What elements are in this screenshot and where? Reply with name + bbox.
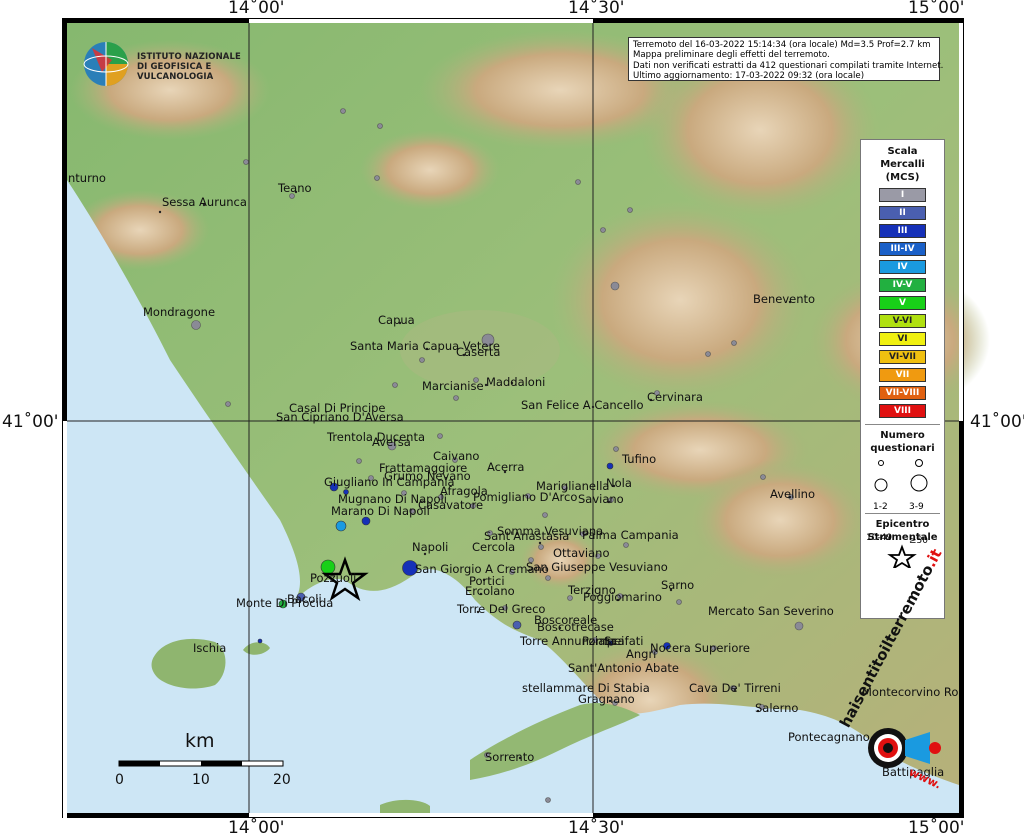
coord-right-4100: 41˚00' <box>970 412 1024 432</box>
place-label: Sant'Antonio Abate <box>568 661 679 675</box>
place-label: Pomigliano D'Arco <box>473 490 578 504</box>
legend-swatch: VII <box>879 368 926 382</box>
coord-top-1500: 15˚00' <box>908 0 965 18</box>
coord-left-4100: 41˚00' <box>2 412 59 432</box>
place-label: Ercolano <box>465 584 515 598</box>
place-label: Avellino <box>770 487 815 501</box>
legend-swatch: III-IV <box>879 242 926 256</box>
place-label: Acerra <box>487 460 525 474</box>
scale-bar <box>118 760 284 767</box>
place-label: San Cipriano D'Aversa <box>276 410 404 424</box>
legend-swatch: I <box>879 188 926 202</box>
place-label: Gragnano <box>578 692 635 706</box>
place-label: San Giuseppe Vesuviano <box>526 560 668 574</box>
legend-scale: I II III III-IV IV IV-V V V-VI VI VI-VII VII VII-VI… <box>861 188 944 418</box>
place-label: Marcianise <box>422 379 484 393</box>
coord-bottom-1400: 14˚00' <box>228 818 285 838</box>
legend-swatch: VII-VIII <box>879 386 926 400</box>
scale-tick: 10 <box>192 772 210 788</box>
place-label: Salerno <box>755 701 799 715</box>
place-label: Mariglianella <box>536 479 610 493</box>
legend-swatch: VIII <box>879 404 926 418</box>
legend-swatch: II <box>879 206 926 220</box>
place-label: Montecorvino Ro <box>862 685 959 699</box>
coord-bottom-1500: 15˚00' <box>908 818 965 838</box>
coord-top-1400: 14˚00' <box>228 0 285 18</box>
event-info-line: Terremoto del 16-03-2022 15:14:34 (ora l… <box>633 40 931 50</box>
place-label: Mercato San Severino <box>708 604 834 618</box>
place-label: Teano <box>278 181 312 195</box>
place-label: Torre Del Greco <box>457 602 546 616</box>
count-label: 1-2 <box>873 502 888 512</box>
place-label: Saviano <box>578 492 624 506</box>
event-info-line: Mappa preliminare degli effetti del terr… <box>633 50 830 61</box>
place-label: Boscotrecase <box>537 620 614 634</box>
legend-swatch: VI-VII <box>879 350 926 364</box>
ingv-logo-line2: DI GEOFISICA E VULCANOLOGIA <box>137 62 214 82</box>
place-label: Pontecagnano <box>788 730 870 744</box>
coord-top-1430: 14˚30' <box>568 0 625 18</box>
place-label: Maddaloni <box>486 375 546 389</box>
event-info-line: Dati non verificati estratti da 412 ques… <box>633 60 944 71</box>
legend-swatch: IV-V <box>879 278 926 292</box>
scale-tick: 0 <box>115 772 124 788</box>
place-label: Palma Campania <box>582 528 679 542</box>
place-label: Capua <box>378 313 415 327</box>
scale-tick: 20 <box>273 772 291 788</box>
event-info-box: Terremoto del 16-03-2022 15:14:34 (ora l… <box>628 37 944 82</box>
coord-bottom-1430: 14˚30' <box>568 818 625 838</box>
place-label: Napoli <box>412 540 449 554</box>
legend-swatch: V <box>879 296 926 310</box>
legend-epi-title: Epicentro <box>875 519 930 530</box>
count-label: 3-9 <box>909 502 924 512</box>
place-label: Benevento <box>753 292 816 306</box>
ingv-logo-line1: ISTITUTO NAZIONALE <box>137 52 241 62</box>
place-label: Sarno <box>661 578 695 592</box>
legend-count-title: Numero <box>880 430 925 441</box>
place-label: Pozzuoli <box>310 571 357 585</box>
place-label: Ischia <box>193 641 227 655</box>
legend-swatch: VI <box>879 332 926 346</box>
place-label: Cervinara <box>647 390 703 404</box>
place-label: Giugliano In Campania <box>324 475 455 489</box>
legend-swatch: V-VI <box>879 314 926 328</box>
place-label: Angri <box>626 647 657 661</box>
place-label: Aversa <box>372 435 411 449</box>
place-label: nturno <box>68 171 106 185</box>
place-label: Cava De' Tirreni <box>689 681 781 695</box>
legend-title: (MCS) <box>885 172 920 183</box>
legend-swatch: IV <box>879 260 926 274</box>
legend-title: Scala <box>887 146 918 157</box>
place-label: Tufino <box>622 452 657 466</box>
place-label: Nola <box>606 476 632 490</box>
place-label: Caserta <box>456 345 501 359</box>
place-label: Marano Di Napoli <box>331 504 430 518</box>
place-label: Poggiomarino <box>583 590 662 604</box>
globe-icon <box>83 42 129 86</box>
legend-swatch: III <box>879 224 926 238</box>
place-label: Mondragone <box>143 305 216 319</box>
place-label: San Felice A Cancello <box>521 398 644 412</box>
count-label: ≥50 <box>909 536 928 546</box>
legend-count-title: questionari <box>870 443 935 454</box>
place-label: Sessa Aurunca <box>162 195 247 209</box>
ingv-logo: ISTITUTO NAZIONALE DI GEOFISICA E VULCAN… <box>82 38 262 94</box>
event-info-line: Ultimo aggiornamento: 17-03-2022 09:32 (… <box>633 71 865 82</box>
place-label: Nocera Superiore <box>650 641 750 655</box>
place-label: Cercola <box>472 540 516 554</box>
legend-title: Mercalli <box>880 159 925 170</box>
place-label: Ottaviano <box>553 546 610 560</box>
count-size-icons <box>874 459 928 492</box>
place-label: Monte Di Procida <box>236 596 334 610</box>
scale-unit: km <box>185 730 215 752</box>
place-label: Sorrento <box>485 750 535 764</box>
place-label: Scafati <box>604 634 644 648</box>
count-label: 10-49 <box>866 533 893 543</box>
